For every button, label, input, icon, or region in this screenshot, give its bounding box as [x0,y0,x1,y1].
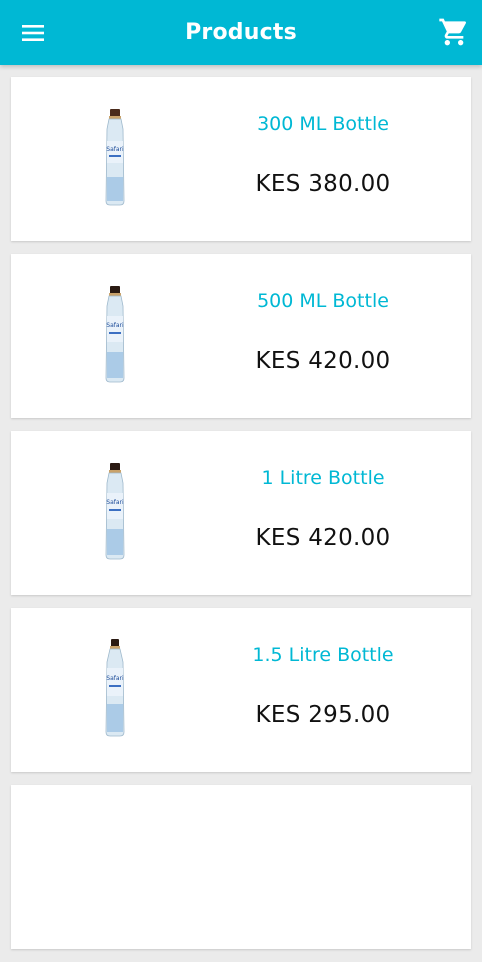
page-title: Products [185,20,297,45]
product-price: KES 380.00 [255,171,391,197]
product-card[interactable]: Safari 1.5 Litre Bottle KES 295.00 [11,608,471,772]
product-card[interactable]: Safari 1 Litre Bottle KES 420.00 [11,431,471,595]
water-bottle-image: Safari [105,639,125,737]
shopping-cart-icon [439,18,467,46]
product-name[interactable]: 1.5 Litre Bottle [221,644,425,666]
product-price: KES 420.00 [255,348,391,374]
product-price: KES 420.00 [255,525,391,551]
product-name[interactable]: 500 ML Bottle [221,290,425,312]
menu-button[interactable] [16,16,50,50]
svg-text:Safari: Safari [106,675,124,682]
product-name[interactable]: 300 ML Bottle [221,113,425,135]
water-bottle-image: Safari [105,463,125,560]
product-card[interactable] [11,785,471,949]
svg-text:Safari: Safari [106,146,124,153]
water-bottle-image: Safari [105,109,125,206]
cart-button[interactable] [436,14,472,50]
product-name[interactable]: 1 Litre Bottle [221,467,425,489]
product-list: Safari 300 ML Bottle KES 380.00 Safari 5… [11,77,471,962]
water-bottle-image: Safari [105,286,125,383]
menu-icon [22,25,44,41]
app-bar: Products [0,0,482,65]
svg-text:Safari: Safari [106,499,124,506]
product-card[interactable]: Safari 300 ML Bottle KES 380.00 [11,77,471,241]
product-card[interactable]: Safari 500 ML Bottle KES 420.00 [11,254,471,418]
product-price: KES 295.00 [255,702,391,728]
svg-text:Safari: Safari [106,322,124,329]
